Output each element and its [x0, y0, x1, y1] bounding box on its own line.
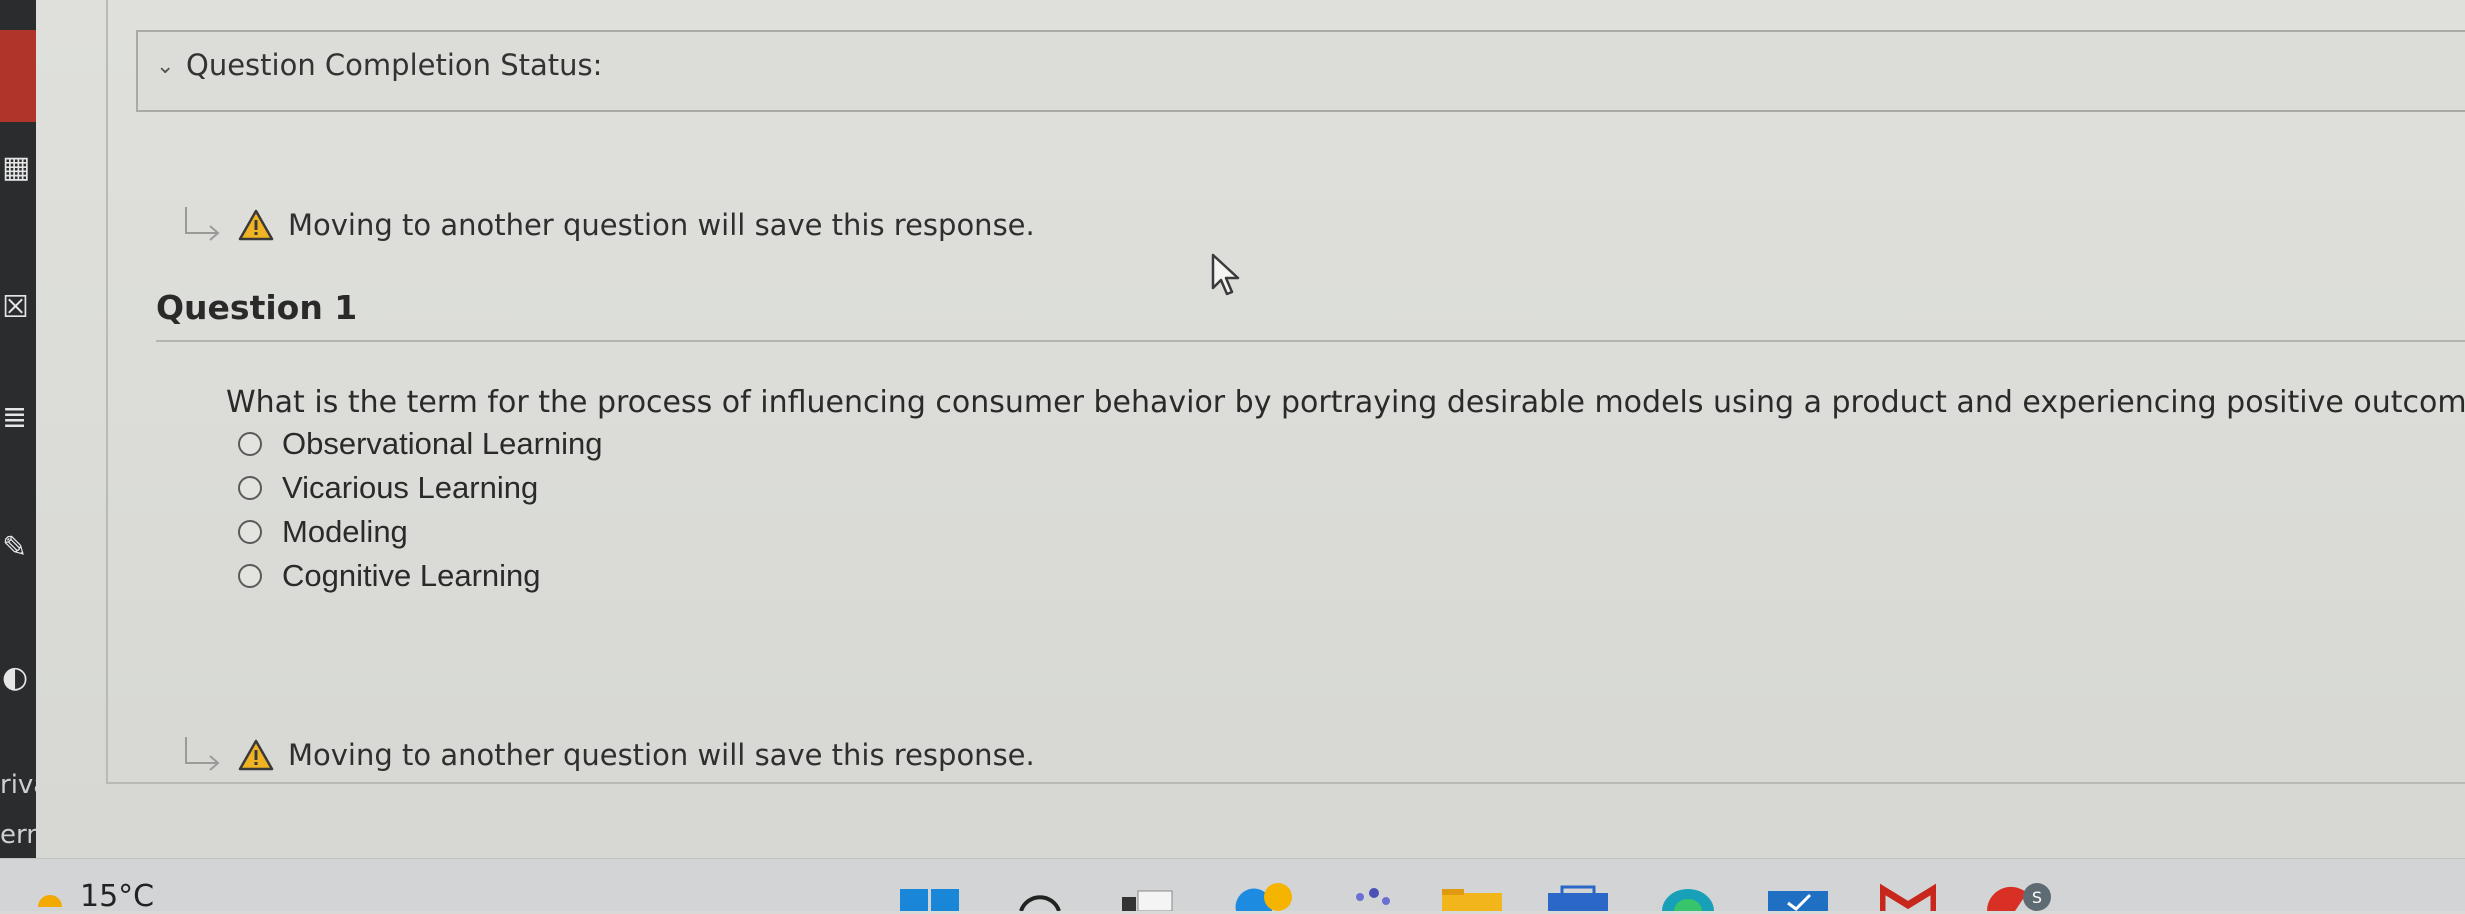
expand-chevron-icon[interactable]: ⌄	[156, 54, 174, 79]
question-text: What is the term for the process of infl…	[226, 385, 2465, 420]
warning-icon	[238, 739, 274, 771]
file-explorer-icon[interactable]	[1442, 883, 1504, 911]
gmail-icon[interactable]	[1880, 883, 1936, 911]
circle-arrow-icon[interactable]: ◐	[2, 660, 32, 696]
save-note-text: Moving to another question will save thi…	[288, 208, 1035, 242]
search-icon[interactable]	[1015, 883, 1065, 911]
option-label[interactable]: Modeling	[282, 514, 408, 550]
answer-option[interactable]: Cognitive Learning	[238, 554, 603, 598]
answer-options: Observational Learning Vicarious Learnin…	[238, 422, 603, 598]
menu-partial-text[interactable]: ern	[0, 820, 36, 850]
question-title: Question 1	[156, 288, 358, 327]
radio-button[interactable]	[238, 564, 262, 588]
arrow-return-icon	[185, 737, 220, 771]
question-divider	[156, 340, 2465, 342]
mouse-cursor-icon	[1211, 253, 1240, 296]
windows-taskbar: 15°C S	[0, 858, 2465, 914]
course-logo-block[interactable]	[0, 30, 36, 122]
close-box-icon[interactable]: ☒	[2, 290, 32, 326]
status-label: Question Completion Status:	[186, 48, 603, 82]
windows-start-icon[interactable]	[900, 883, 960, 911]
save-note-text: Moving to another question will save thi…	[288, 738, 1035, 772]
browser-page: ▦ ☒ ≣ ✎ ◐ riva ern ⌄ Question Completion…	[0, 0, 2465, 914]
question-completion-status[interactable]: ⌄ Question Completion Status:	[136, 30, 2465, 112]
option-label[interactable]: Vicarious Learning	[282, 470, 538, 506]
calendar-icon[interactable]: ▦	[2, 150, 32, 186]
radio-button[interactable]	[238, 520, 262, 544]
task-view-icon[interactable]	[1120, 883, 1176, 911]
radio-button[interactable]	[238, 476, 262, 500]
answer-option[interactable]: Vicarious Learning	[238, 466, 603, 510]
list-icon[interactable]: ≣	[2, 400, 32, 436]
menu-partial-text[interactable]: riva	[0, 770, 36, 800]
answer-option[interactable]: Modeling	[238, 510, 603, 554]
edge-dev-icon[interactable]	[1660, 883, 1716, 911]
temperature-readout[interactable]: 15°C	[80, 879, 154, 914]
warning-icon	[238, 209, 274, 241]
edit-icon[interactable]: ✎	[2, 530, 32, 566]
microsoft-store-icon[interactable]	[1548, 883, 1610, 911]
todo-icon[interactable]	[1768, 883, 1830, 911]
option-label[interactable]: Cognitive Learning	[282, 558, 541, 594]
edge-icon[interactable]	[1232, 883, 1302, 911]
arrow-return-icon	[185, 207, 220, 241]
answer-option[interactable]: Observational Learning	[238, 422, 603, 466]
radio-button[interactable]	[238, 432, 262, 456]
weather-sun-icon[interactable]	[36, 881, 62, 907]
course-menu-strip: ▦ ☒ ≣ ✎ ◐ riva ern	[0, 0, 36, 860]
save-note-bottom: Moving to another question will save thi…	[180, 730, 1035, 780]
chrome-icon[interactable]: S	[1985, 883, 2055, 911]
option-label[interactable]: Observational Learning	[282, 426, 603, 462]
save-note-top: Moving to another question will save thi…	[180, 200, 1035, 250]
teams-icon[interactable]	[1350, 883, 1396, 911]
svg-text:S: S	[2032, 888, 2042, 907]
